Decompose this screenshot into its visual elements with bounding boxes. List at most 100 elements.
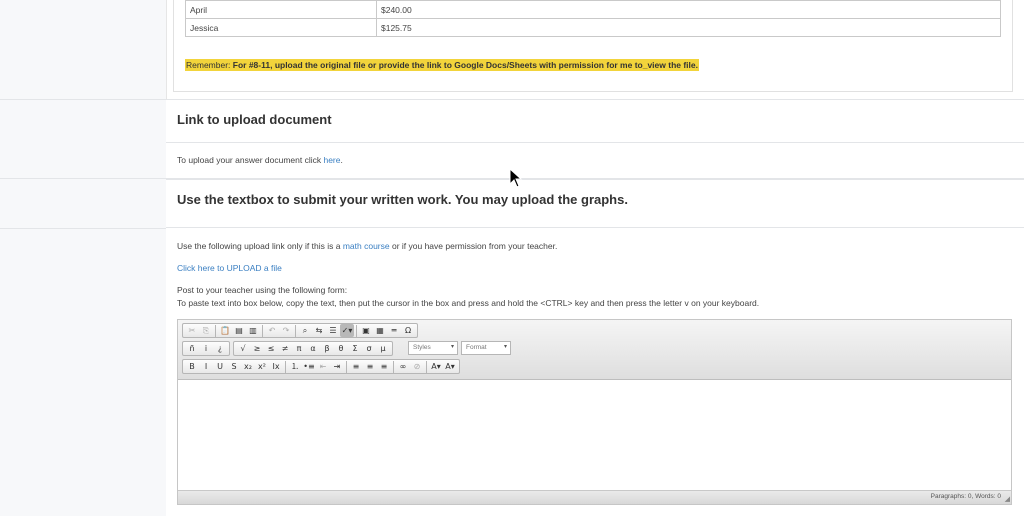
editor-status-bar: Paragraphs: 0, Words: 0 ◢ xyxy=(178,490,1011,504)
upload-file-row: Click here to UPLOAD a file xyxy=(177,263,282,273)
toolbar-separator xyxy=(285,360,286,373)
find-icon[interactable]: ⌕ xyxy=(298,324,312,337)
replace-icon[interactable]: ⇆ xyxy=(312,324,326,337)
symbol-button[interactable]: σ xyxy=(362,342,376,355)
image-icon[interactable]: ▣ xyxy=(359,324,373,337)
bold-icon[interactable]: B xyxy=(185,360,199,373)
table-cell-amount: $125.75 xyxy=(376,18,1001,37)
textbox-section-header: Use the textbox to submit your written w… xyxy=(166,179,1024,228)
word-count: Paragraphs: 0, Words: 0 xyxy=(930,493,1001,500)
paste-icon[interactable]: 📋 xyxy=(218,324,232,337)
special-char-icon[interactable]: Ω xyxy=(401,324,415,337)
cut-icon[interactable]: ✂ xyxy=(185,324,199,337)
paste-instruction: To paste text into box below, copy the t… xyxy=(177,298,760,308)
link-section-title: Link to upload document xyxy=(177,112,332,127)
toolbar-separator xyxy=(393,360,394,373)
toolbar-separator xyxy=(215,324,216,337)
unlink-icon[interactable]: ⊘ xyxy=(410,360,424,373)
symbol-button[interactable]: θ xyxy=(334,342,348,355)
upload-here-link[interactable]: here xyxy=(323,155,340,165)
toolbar-row-2-accents: ñ i ¿ xyxy=(182,341,230,356)
subscript-icon[interactable]: x₂ xyxy=(241,360,255,373)
remember-text: For #8-11, upload the original file or p… xyxy=(230,60,698,70)
undo-icon[interactable]: ↶ xyxy=(265,324,279,337)
styles-dropdown-label: Styles xyxy=(413,344,431,351)
select-all-icon[interactable]: ☰ xyxy=(326,324,340,337)
toolbar-separator xyxy=(356,324,357,337)
symbol-button[interactable]: π xyxy=(292,342,306,355)
symbol-button[interactable]: ≥ xyxy=(250,342,264,355)
format-dropdown[interactable]: Format ▾ xyxy=(461,341,511,355)
toolbar-row-2-symbols: √ ≥ ≤ ≠ π α β θ Σσ μ xyxy=(233,341,393,356)
align-right-icon[interactable]: ≡ xyxy=(377,360,391,373)
table-icon[interactable]: ▦ xyxy=(373,324,387,337)
upload-instruction-end: . xyxy=(340,155,343,165)
table-cell-name: Jessica xyxy=(185,18,377,37)
chevron-down-icon: ▾ xyxy=(503,344,507,350)
chevron-down-icon: ▾ xyxy=(450,344,454,350)
math-course-link[interactable]: math course xyxy=(343,241,390,251)
textbox-section-title: Use the textbox to submit your written w… xyxy=(177,192,628,207)
upload-note-end: or if you have permission from your teac… xyxy=(389,241,558,251)
symbol-button[interactable]: ≤ xyxy=(264,342,278,355)
symbol-button[interactable]: i xyxy=(199,342,213,355)
indent-icon[interactable]: ⇥ xyxy=(330,360,344,373)
table-cell-name: April xyxy=(185,0,377,19)
rich-text-editor: ✂ ⎘ 📋 ▤ ▥ ↶ ↷ ⌕ ⇆ ☰ ✓▾ ▣ ▦ ═ Ω ñ i ¿ √ ≥ ≤ ≠ π α β θ Σσ μ Styles ▾… xyxy=(177,319,1012,505)
symbol-button[interactable]: √ xyxy=(236,342,250,355)
align-center-icon[interactable]: ≡ xyxy=(363,360,377,373)
paste-word-icon[interactable]: ▥ xyxy=(246,324,260,337)
numbered-list-icon[interactable]: ⒈ xyxy=(288,360,302,373)
toolbar-separator xyxy=(346,360,347,373)
toolbar-separator xyxy=(295,324,296,337)
table-cell-amount: $240.00 xyxy=(376,0,1001,19)
upload-instruction-text: To upload your answer document click xyxy=(177,155,324,165)
upload-file-link[interactable]: Click here to UPLOAD a file xyxy=(177,263,282,273)
upload-note: Use the following upload link only if th… xyxy=(177,241,557,251)
spellcheck-icon[interactable]: ✓▾ xyxy=(340,324,354,337)
symbol-button[interactable]: Σ xyxy=(348,342,362,355)
strikethrough-icon[interactable]: S xyxy=(227,360,241,373)
resize-grip-icon[interactable]: ◢ xyxy=(1005,495,1010,503)
upload-note-text: Use the following upload link only if th… xyxy=(177,241,343,251)
background-color-icon[interactable]: A▾ xyxy=(443,360,457,373)
payments-table: April $240.00 Jessica $125.75 xyxy=(185,0,1001,37)
link-icon[interactable]: ∞ xyxy=(396,360,410,373)
table-row: Jessica $125.75 xyxy=(185,18,1001,37)
toolbar-row-3: B I U Sx₂ x² Ix ⒈ •≡ ⇤ ⇥ ≡ ≡ ≡ ∞ ⊘ A▾ A▾ xyxy=(182,359,460,374)
post-instruction: Post to your teacher using the following… xyxy=(177,285,348,295)
symbol-button[interactable]: ≠ xyxy=(278,342,292,355)
link-section-header: Link to upload document xyxy=(166,99,1024,143)
toolbar-separator xyxy=(426,360,427,373)
styles-dropdown[interactable]: Styles ▾ xyxy=(408,341,458,355)
italic-icon[interactable]: I xyxy=(199,360,213,373)
toolbar-row-1: ✂ ⎘ 📋 ▤ ▥ ↶ ↷ ⌕ ⇆ ☰ ✓▾ ▣ ▦ ═ Ω xyxy=(182,323,418,338)
link-section-body: To upload your answer document click her… xyxy=(166,143,1024,179)
horizontal-line-icon[interactable]: ═ xyxy=(387,324,401,337)
text-color-icon[interactable]: A▾ xyxy=(429,360,443,373)
editor-text-area[interactable] xyxy=(178,380,1011,490)
toolbar-separator xyxy=(262,324,263,337)
outdent-icon[interactable]: ⇤ xyxy=(316,360,330,373)
symbol-button[interactable]: ñ xyxy=(185,342,199,355)
symbol-button[interactable]: ¿ xyxy=(213,342,227,355)
copy-icon[interactable]: ⎘ xyxy=(199,324,213,337)
symbol-button[interactable]: α xyxy=(306,342,320,355)
remove-format-icon[interactable]: Ix xyxy=(269,360,283,373)
paste-text-icon[interactable]: ▤ xyxy=(232,324,246,337)
align-left-icon[interactable]: ≡ xyxy=(349,360,363,373)
underline-icon[interactable]: U xyxy=(213,360,227,373)
superscript-icon[interactable]: x² xyxy=(255,360,269,373)
redo-icon[interactable]: ↷ xyxy=(279,324,293,337)
upload-instruction: To upload your answer document click her… xyxy=(177,155,343,165)
format-dropdown-label: Format xyxy=(466,344,487,351)
symbol-button[interactable]: μ xyxy=(376,342,390,355)
editor-toolbar: ✂ ⎘ 📋 ▤ ▥ ↶ ↷ ⌕ ⇆ ☰ ✓▾ ▣ ▦ ═ Ω ñ i ¿ √ ≥ ≤ ≠ π α β θ Σσ μ Styles ▾… xyxy=(178,320,1011,380)
left-gutter xyxy=(0,0,166,516)
symbol-button[interactable]: β xyxy=(320,342,334,355)
table-row: April $240.00 xyxy=(185,0,1001,19)
mouse-pointer-icon xyxy=(509,168,523,188)
bulleted-list-icon[interactable]: •≡ xyxy=(302,360,316,373)
remember-label: Remember: xyxy=(186,60,231,70)
remember-note: Remember: For #8-11, upload the original… xyxy=(185,59,699,71)
